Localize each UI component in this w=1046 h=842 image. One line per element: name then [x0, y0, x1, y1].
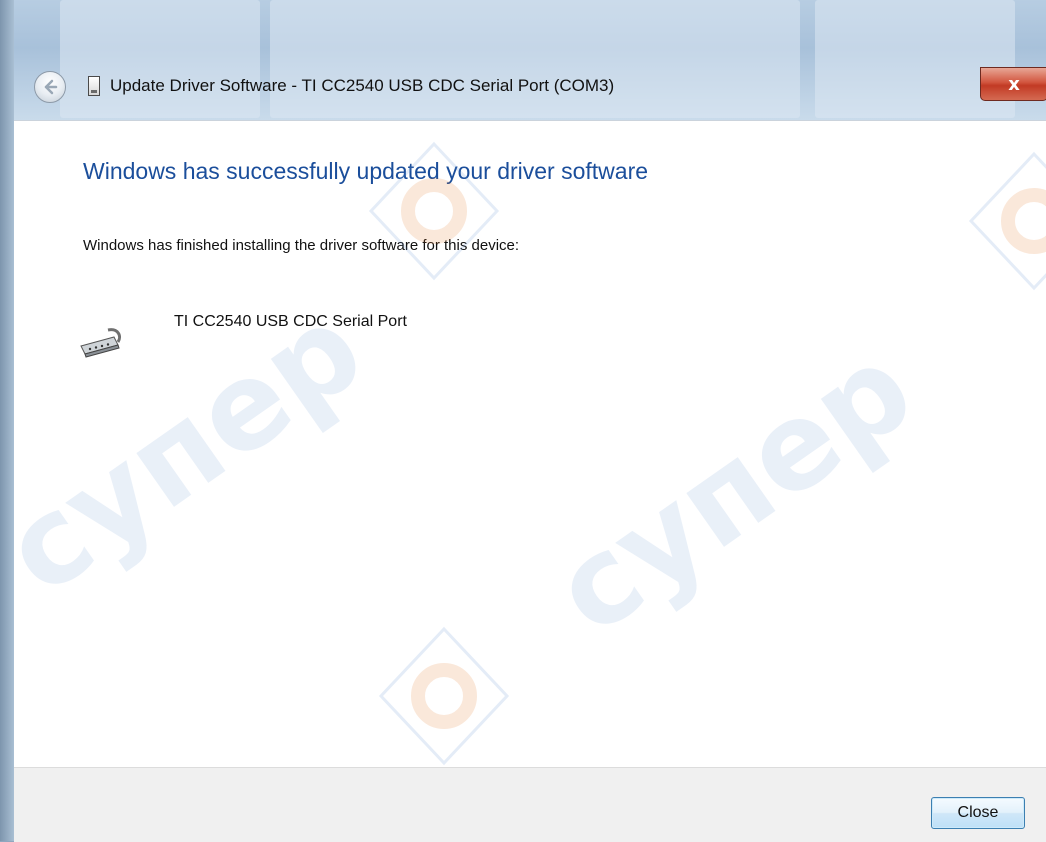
back-arrow-icon — [44, 79, 58, 95]
page-title: Windows has successfully updated your dr… — [83, 158, 649, 184]
watermark-gear-icon — [378, 626, 510, 766]
dialog-footer: Close — [14, 767, 1046, 842]
status-message: Windows has finished installing the driv… — [83, 237, 520, 254]
usb-device-icon — [88, 76, 100, 96]
close-button[interactable]: Close — [931, 797, 1025, 829]
back-button[interactable] — [34, 71, 66, 103]
serial-port-icon — [80, 328, 122, 358]
window-close-button[interactable]: x — [980, 67, 1046, 101]
dialog-content: Windows has successfully updated your dr… — [0, 120, 1046, 768]
window-title: Update Driver Software - TI CC2540 USB C… — [110, 76, 615, 95]
device-name: TI CC2540 USB CDC Serial Port — [174, 313, 407, 330]
watermark-text: супер — [530, 318, 938, 663]
title-bar: Update Driver Software - TI CC2540 USB C… — [14, 60, 1046, 115]
window-left-edge — [0, 0, 14, 841]
watermark-gear-icon — [968, 151, 1046, 291]
